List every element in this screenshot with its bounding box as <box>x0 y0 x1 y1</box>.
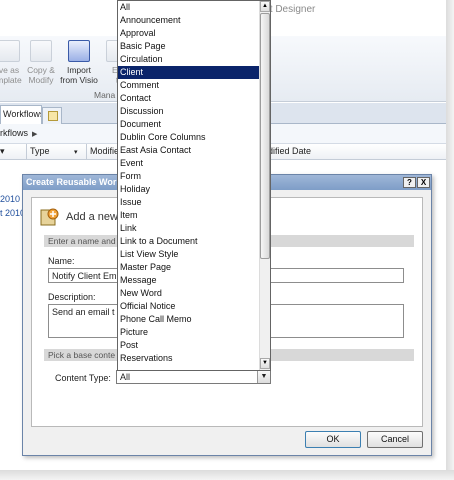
dropdown-option[interactable]: Post <box>118 339 259 352</box>
dialog-heading: Add a new <box>66 211 118 223</box>
ribbon-group-label: Mana <box>94 90 116 100</box>
tab-workflows[interactable]: Workflows <box>0 105 42 124</box>
dropdown-option[interactable]: Basic Page <box>118 40 259 53</box>
dropdown-option[interactable]: List View Style <box>118 248 259 261</box>
dropdown-option[interactable]: Contact <box>118 92 259 105</box>
dropdown-option[interactable]: Client <box>118 66 259 79</box>
content-type-label: Content Type: <box>55 373 111 383</box>
content-type-options: All Announcement Approval Basic Page Circula… <box>118 1 259 370</box>
close-button[interactable]: X <box>417 177 430 188</box>
dropdown-option[interactable]: East Asia Contact <box>118 144 259 157</box>
frame-shadow <box>446 0 454 480</box>
sort-arrow-icon: ▾ <box>0 146 5 156</box>
copy-icon <box>30 40 52 62</box>
dropdown-option[interactable]: Picture <box>118 326 259 339</box>
ok-button[interactable]: OK <box>305 431 361 448</box>
list-item-date: 2010 <box>0 194 21 204</box>
name-label: Name: <box>48 256 75 266</box>
dropdown-option[interactable]: New Word <box>118 287 259 300</box>
dropdown-option[interactable]: Event <box>118 157 259 170</box>
frame-shadow <box>0 470 454 480</box>
dropdown-option[interactable]: Reservations <box>118 352 259 365</box>
import-visio-label: Import from Visio <box>60 65 98 85</box>
template-icon <box>0 40 20 62</box>
copy-modify-label: Copy & Modify <box>27 65 55 85</box>
scrollbar-thumb[interactable] <box>260 13 270 259</box>
description-label: Description: <box>48 292 96 302</box>
dropdown-option[interactable]: Dublin Core Columns <box>118 131 259 144</box>
column-type[interactable]: Type <box>30 146 50 156</box>
chevron-right-icon: ▶ <box>32 131 38 138</box>
dropdown-option[interactable]: Circulation <box>118 53 259 66</box>
visio-icon <box>68 40 90 62</box>
dropdown-option[interactable]: Master Page <box>118 261 259 274</box>
dropdown-option[interactable]: Holiday <box>118 183 259 196</box>
dropdown-option[interactable]: All <box>118 1 259 14</box>
dropdown-option[interactable]: Phone Call Memo <box>118 313 259 326</box>
chevron-down-icon[interactable]: ▼ <box>257 371 270 383</box>
sort-arrow-icon: ▾ <box>74 149 78 156</box>
dropdown-scrollbar[interactable]: ▲ ▼ <box>259 1 270 370</box>
new-tab-button[interactable] <box>42 107 62 124</box>
content-type-dropdown: All Announcement Approval Basic Page Circula… <box>117 0 271 371</box>
content-type-value: All <box>120 372 131 382</box>
dialog-title: Create Reusable Wor <box>26 177 117 187</box>
dropdown-option[interactable]: Link to a Document <box>118 235 259 248</box>
scroll-up-icon[interactable]: ▲ <box>260 1 270 12</box>
save-as-template-label: ve as mplate <box>0 65 22 85</box>
column-modified-by[interactable]: Modifie <box>90 146 119 156</box>
dropdown-option[interactable]: Announcement <box>118 14 259 27</box>
dropdown-option[interactable]: Official Notice <box>118 300 259 313</box>
column-modified-date[interactable]: dified Date <box>268 146 311 156</box>
dropdown-option[interactable]: Document <box>118 118 259 131</box>
import-visio-button[interactable]: Import from Visio <box>60 40 98 85</box>
dropdown-option[interactable]: Issue <box>118 196 259 209</box>
dropdown-option[interactable]: Message <box>118 274 259 287</box>
dropdown-option[interactable]: Item <box>118 209 259 222</box>
dropdown-option[interactable]: Approval <box>118 27 259 40</box>
dropdown-option[interactable]: Link <box>118 222 259 235</box>
folder-icon <box>48 111 58 121</box>
breadcrumb-label: rkflows <box>0 128 29 138</box>
dropdown-option[interactable]: Comment <box>118 79 259 92</box>
copy-modify-button[interactable]: Copy & Modify <box>22 40 60 85</box>
dropdown-option[interactable]: Form <box>118 170 259 183</box>
dropdown-option[interactable]: Discussion <box>118 105 259 118</box>
cancel-button[interactable]: Cancel <box>367 431 423 448</box>
wizard-icon <box>40 208 59 226</box>
scroll-down-icon[interactable]: ▼ <box>260 358 270 369</box>
help-button[interactable]: ? <box>403 177 416 188</box>
content-type-select[interactable]: All ▼ <box>116 370 271 384</box>
